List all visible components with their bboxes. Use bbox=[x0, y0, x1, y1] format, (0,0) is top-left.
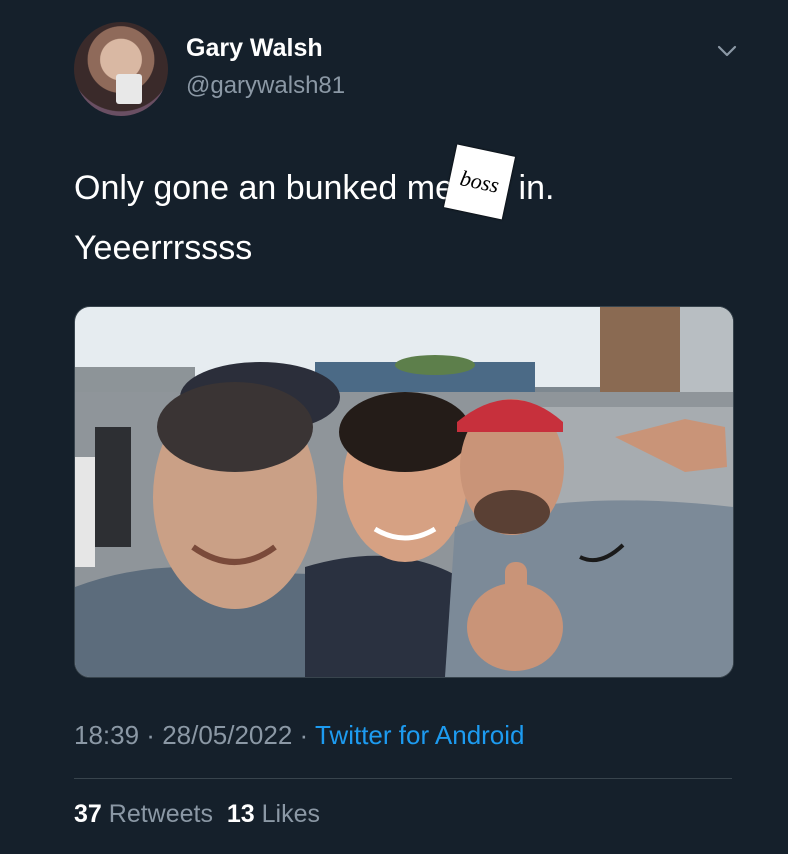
tweet-header: Gary Walsh @garywalsh81 bbox=[74, 22, 744, 116]
retweets-label: Retweets bbox=[108, 800, 213, 828]
likes-count: 13 bbox=[226, 800, 255, 828]
retweets-count: 37 bbox=[74, 800, 102, 828]
divider bbox=[74, 778, 732, 779]
tweet-text-part: Only gone an bunked me bbox=[74, 169, 454, 207]
retweets-stat[interactable]: 37 Retweets bbox=[74, 800, 213, 828]
likes-label: Likes bbox=[261, 800, 321, 828]
chevron-down-icon[interactable] bbox=[716, 40, 738, 62]
meta-separator: · bbox=[292, 720, 315, 750]
photo-illustration bbox=[75, 307, 733, 677]
tweet-photo[interactable] bbox=[74, 306, 734, 678]
tweet-stats: 37 Retweets 13 Likes bbox=[74, 800, 320, 829]
tweet-meta: 18:39 · 28/05/2022 · Twitter for Android bbox=[74, 720, 525, 751]
tweet-time[interactable]: 18:39 bbox=[74, 720, 139, 750]
avatar[interactable] bbox=[74, 22, 168, 116]
user-handle[interactable]: @garywalsh81 bbox=[186, 72, 345, 100]
boss-sticker: boss bbox=[443, 144, 516, 220]
tweet-text-line2: Yeeerrrssss bbox=[74, 229, 253, 267]
likes-stat[interactable]: 13 Likes bbox=[227, 800, 320, 828]
tweet-date[interactable]: 28/05/2022 bbox=[162, 720, 292, 750]
tweet-text-part: in. bbox=[509, 169, 555, 207]
meta-separator: · bbox=[139, 720, 163, 750]
tweet-client-link[interactable]: Twitter for Android bbox=[315, 720, 525, 750]
user-name[interactable]: Gary Walsh bbox=[186, 34, 323, 63]
tweet-text: Only gone an bunked me boss in. Yeeerrrss… bbox=[74, 144, 714, 272]
